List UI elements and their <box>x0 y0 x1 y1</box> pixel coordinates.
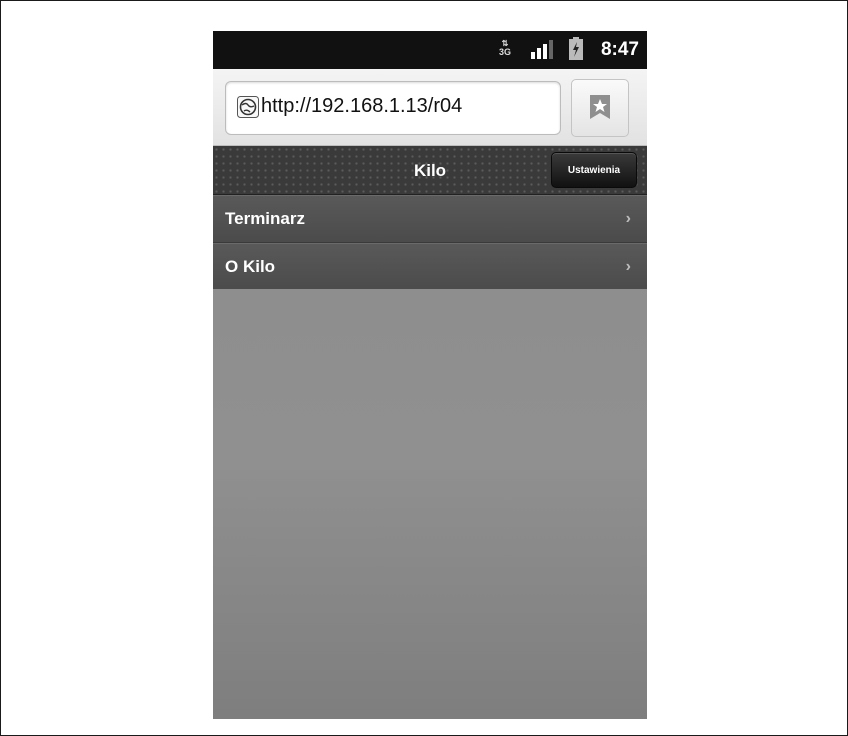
bookmark-button[interactable] <box>571 79 629 137</box>
battery-charging-icon <box>569 37 583 60</box>
list-item-terminarz[interactable]: Terminarz › <box>213 195 647 243</box>
list-item-o-kilo[interactable]: O Kilo › <box>213 243 647 291</box>
url-text: http://192.168.1.13/r04 <box>261 95 463 117</box>
chevron-right-icon: › <box>625 258 631 275</box>
browser-toolbar: http://192.168.1.13/r04 <box>213 69 647 146</box>
settings-button[interactable]: Ustawienia <box>551 152 637 188</box>
empty-content-area <box>213 289 647 719</box>
list-item-label: Terminarz <box>225 209 305 228</box>
screenshot-frame: ⇅ 3G 8:47 http://192.168.1.13/r04 Kilo U… <box>0 0 848 736</box>
network-type-label: 3G <box>498 47 511 57</box>
bookmark-star-icon <box>590 95 610 119</box>
status-bar: ⇅ 3G 8:47 <box>213 31 647 69</box>
signal-strength-icon <box>531 40 553 59</box>
list-item-label: O Kilo <box>225 257 276 276</box>
menu-list: Terminarz › O Kilo › <box>213 195 647 291</box>
url-field[interactable]: http://192.168.1.13/r04 <box>225 81 561 135</box>
phone-screen: ⇅ 3G 8:47 http://192.168.1.13/r04 Kilo U… <box>213 31 647 719</box>
data-network-icon: ⇅ 3G <box>498 39 511 57</box>
site-globe-icon <box>237 96 259 118</box>
chevron-right-icon: › <box>625 210 631 227</box>
clock: 8:47 <box>600 39 639 60</box>
app-header: Kilo Ustawienia <box>213 146 647 195</box>
